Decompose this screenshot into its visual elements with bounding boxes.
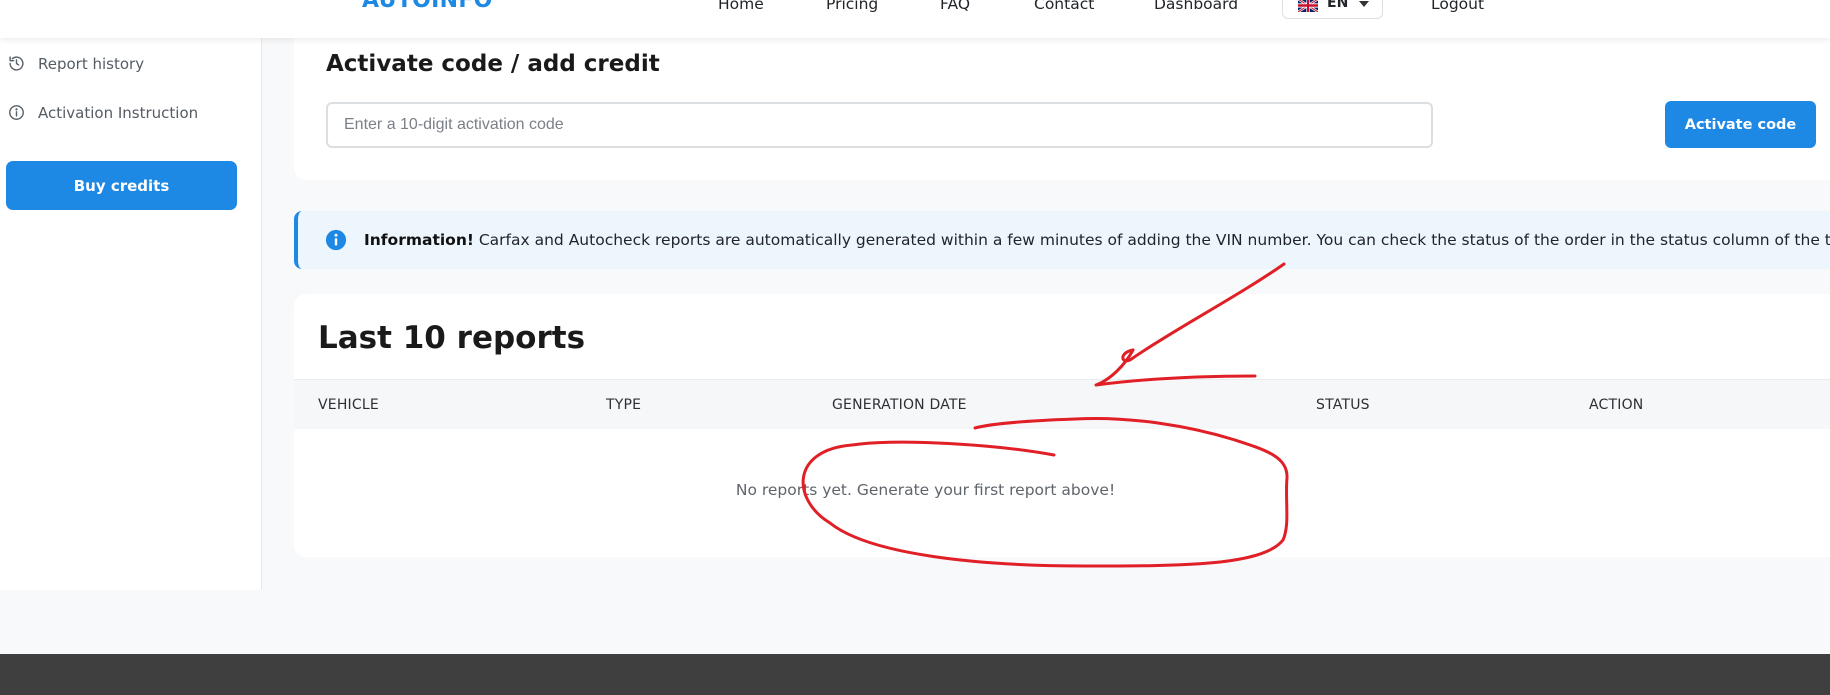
nav-link-dashboard[interactable]: Dashboard xyxy=(1154,0,1238,14)
nav-link-pricing[interactable]: Pricing xyxy=(826,0,878,14)
nav-link-logout[interactable]: Logout xyxy=(1431,0,1484,14)
top-navbar: AUTOINFO Home Pricing FAQ Contact Dashbo… xyxy=(0,0,1830,38)
buy-credits-button[interactable]: Buy credits xyxy=(6,161,237,210)
chevron-down-icon xyxy=(1359,1,1369,7)
activation-code-input[interactable] xyxy=(326,102,1433,148)
information-message: Carfax and Autocheck reports are automat… xyxy=(473,231,1830,249)
table-empty-row: No reports yet. Generate your first repo… xyxy=(294,429,1830,557)
footer xyxy=(0,654,1830,695)
column-header-status: STATUS xyxy=(1316,397,1370,413)
sidebar-item-activation-instruction[interactable]: Activation Instruction xyxy=(0,94,262,130)
information-alert: Information! Carfax and Autocheck report… xyxy=(294,211,1830,269)
sidebar-item-report-history[interactable]: Report history xyxy=(0,45,262,81)
reports-title: Last 10 reports xyxy=(318,320,586,356)
information-label: Information! xyxy=(364,231,474,249)
column-header-generation-date: GENERATION DATE xyxy=(832,397,967,413)
information-text: Information! Carfax and Autocheck report… xyxy=(364,231,1830,249)
sidebar-item-label: Activation Instruction xyxy=(38,104,199,122)
nav-link-home[interactable]: Home xyxy=(718,0,764,14)
brand-logo[interactable]: AUTOINFO xyxy=(362,0,493,12)
column-header-action: ACTION xyxy=(1589,397,1644,413)
nav-link-faq[interactable]: FAQ xyxy=(940,0,970,14)
activate-code-button[interactable]: Activate code xyxy=(1665,101,1816,148)
reports-table-header: VEHICLE TYPE GENERATION DATE STATUS ACTI… xyxy=(294,379,1830,429)
info-circle-icon xyxy=(9,105,24,120)
language-dropdown[interactable]: EN xyxy=(1282,0,1383,19)
nav-link-contact[interactable]: Contact xyxy=(1034,0,1094,14)
activation-card: Activate code / add credit Activate code xyxy=(294,30,1830,180)
column-header-type: TYPE xyxy=(606,397,642,413)
sidebar: Report history Activation Instruction Bu… xyxy=(0,38,262,590)
sidebar-item-label: Report history xyxy=(38,55,145,73)
reports-card: Last 10 reports VEHICLE TYPE GENERATION … xyxy=(294,294,1830,557)
empty-state-message: No reports yet. Generate your first repo… xyxy=(735,481,1116,499)
info-icon xyxy=(325,229,347,251)
activation-title: Activate code / add credit xyxy=(326,51,660,77)
column-header-vehicle: VEHICLE xyxy=(318,397,379,413)
uk-flag-icon xyxy=(1298,0,1318,12)
history-icon xyxy=(9,56,24,71)
language-code: EN xyxy=(1327,0,1349,11)
